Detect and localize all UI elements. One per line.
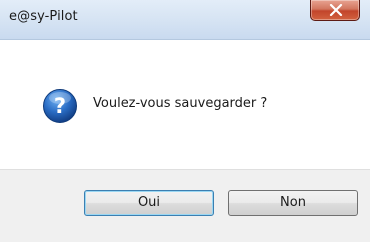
no-button[interactable]: Non — [228, 190, 358, 216]
dialog-content: ? Voulez-vous sauvegarder ? — [0, 40, 370, 169]
svg-text:?: ? — [54, 94, 66, 118]
title-bar[interactable]: e@sy-Pilot — [0, 0, 370, 40]
button-bar: Oui Non — [0, 169, 370, 242]
yes-button[interactable]: Oui — [84, 190, 214, 216]
dialog-message: Voulez-vous sauvegarder ? — [93, 96, 268, 111]
question-icon: ? — [43, 89, 77, 123]
close-button[interactable] — [310, 0, 360, 21]
window-title: e@sy-Pilot — [9, 9, 78, 24]
dialog-window: e@sy-Pilot ? Voulez-vous sauvegarder ? O… — [0, 0, 370, 242]
close-icon — [329, 4, 343, 16]
